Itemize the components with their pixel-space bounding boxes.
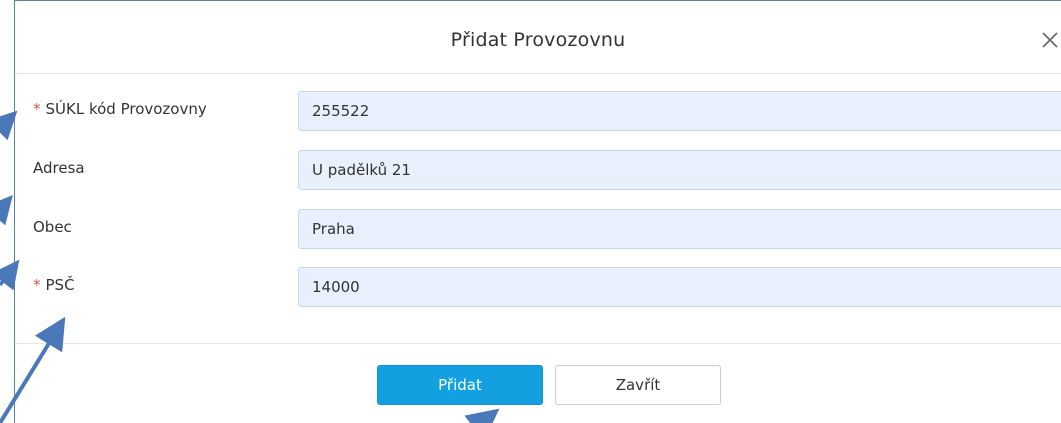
annotation-arrow [0,110,18,141]
form-row-sukl-code: * SÚKL kód Provozovny [15,91,1061,131]
dialog-title: Přidat Provozovnu [450,29,626,51]
add-button[interactable]: Přidat [377,365,543,405]
adresa-input[interactable] [298,150,1061,190]
form-row-adresa: Adresa [15,150,1061,190]
add-provozovna-dialog: Přidat Provozovnu *SÚKL kód Provozovny A… [14,0,1061,423]
dialog-footer: Přidat Zavřít [15,343,1061,423]
obec-label: Obec [33,218,72,236]
sukl-code-input[interactable] [298,91,1061,131]
required-marker: * [33,100,41,118]
adresa-label: Adresa [33,159,85,177]
annotation-arrow [0,195,13,226]
form-row-obec: Obec [15,209,1061,249]
sukl-code-label: * SÚKL kód Provozovny [33,100,207,118]
psc-input[interactable] [298,267,1061,307]
form-row-psc: * PSČ [15,267,1061,307]
close-button[interactable]: Zavřít [555,365,721,405]
close-icon[interactable] [1037,27,1061,53]
annotation-arrow [0,259,20,291]
required-marker: * [33,276,41,294]
dialog-header: Přidat Provozovnu [15,1,1061,74]
obec-input[interactable] [298,209,1061,249]
psc-label: * PSČ [33,276,75,294]
psc-label-text: PSČ [45,276,75,294]
screenshot-stage: Přidat Provozovnu *SÚKL kód Provozovny A… [0,0,1061,423]
sukl-code-label-text: SÚKL kód Provozovny [45,100,207,118]
